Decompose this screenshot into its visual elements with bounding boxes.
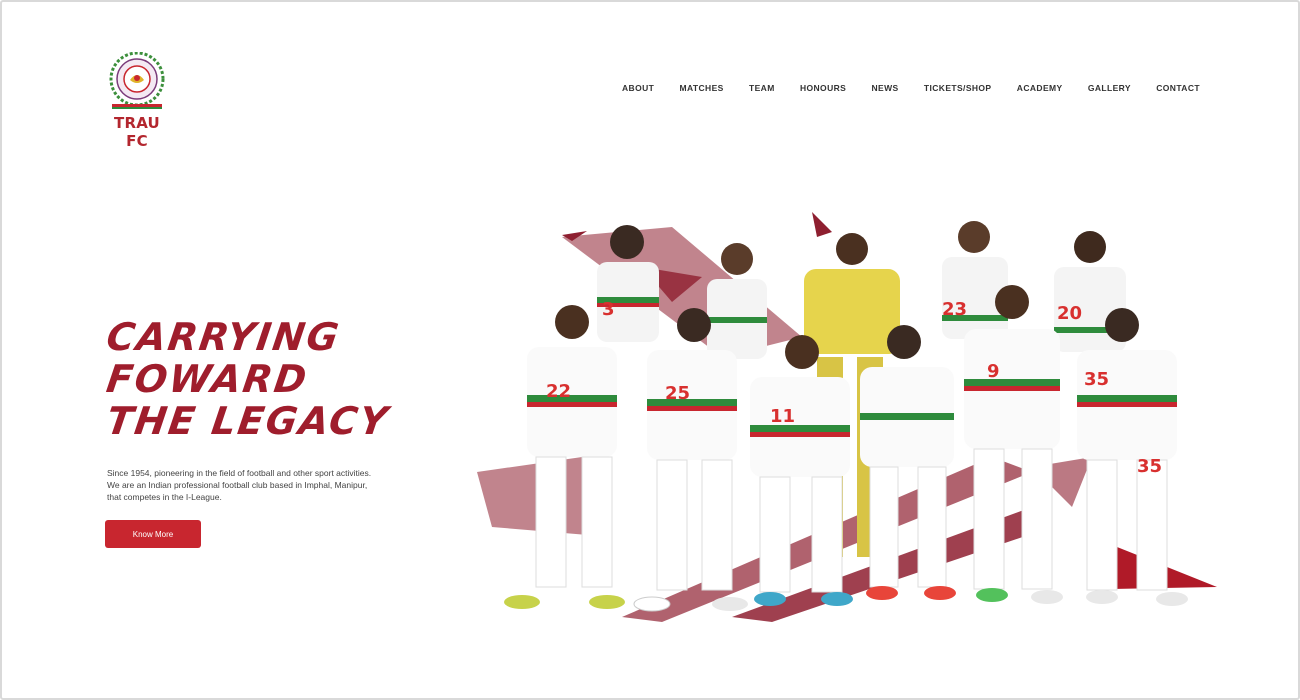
nav-item-academy[interactable]: ACADEMY (1017, 83, 1063, 93)
nav-item-about[interactable]: ABOUT (622, 83, 654, 93)
jersey-number: 11 (770, 406, 795, 427)
main-nav: ABOUT MATCHES TEAM HONOURS NEWS TICKETS/… (622, 81, 1200, 95)
club-crest-icon (109, 52, 165, 109)
nav-item-tickets-shop[interactable]: TICKETS/SHOP (924, 83, 992, 93)
page-frame: TRAU FC ABOUT MATCHES TEAM HONOURS NEWS … (0, 0, 1300, 700)
headline-line-2: FOWARD (103, 357, 312, 401)
nav-item-gallery[interactable]: GALLERY (1088, 83, 1131, 93)
club-name: TRAU FC (114, 114, 160, 150)
jersey-number: 3 (602, 299, 615, 320)
jersey-number: 9 (987, 361, 1000, 382)
jersey-number: 23 (942, 299, 967, 320)
team-group-photo: 3 23 20 22 25 11 9 35 35 (477, 212, 1217, 622)
nav-item-news[interactable]: NEWS (872, 83, 899, 93)
description-line-3: that competes in the I-League. (107, 492, 222, 502)
hero-description: Since 1954, pioneering in the field of f… (107, 467, 452, 503)
nav-item-matches[interactable]: MATCHES (680, 83, 724, 93)
club-logo[interactable]: TRAU FC (104, 52, 170, 150)
description-line-2: We are an Indian professional football c… (107, 480, 368, 490)
nav-item-contact[interactable]: CONTACT (1156, 83, 1200, 93)
nav-item-team[interactable]: TEAM (749, 83, 775, 93)
jersey-number: 35 (1137, 456, 1162, 477)
headline-line-1: CARRYING (103, 315, 344, 359)
hero-headline: CARRYING FOWARD THE LEGACY (103, 315, 393, 443)
jersey-number: 20 (1057, 303, 1082, 324)
jersey-number: 35 (1084, 369, 1109, 390)
description-line-1: Since 1954, pioneering in the field of f… (107, 468, 372, 478)
nav-item-honours[interactable]: HONOURS (800, 83, 846, 93)
headline-line-3: THE LEGACY (103, 399, 393, 443)
jersey-number: 22 (546, 381, 571, 402)
jersey-number: 25 (665, 383, 690, 404)
know-more-button[interactable]: Know More (105, 520, 201, 548)
